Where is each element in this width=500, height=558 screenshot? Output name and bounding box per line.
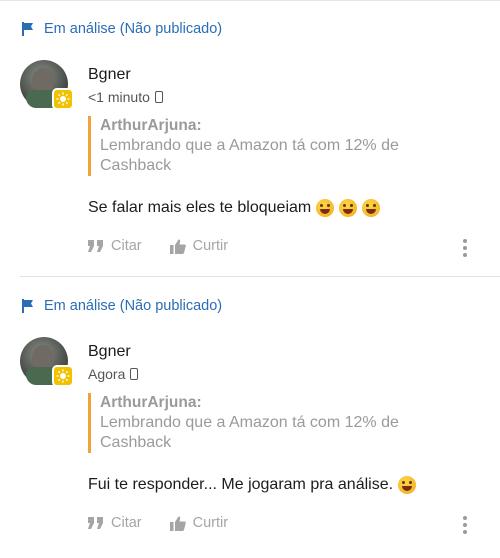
more-options-icon[interactable]: [462, 239, 468, 257]
quote-author: ArthurArjuna:: [100, 117, 202, 134]
moderation-status: Em análise (Não publicado): [22, 19, 222, 39]
post-time: <1 minuto: [88, 89, 150, 105]
quoted-post[interactable]: ArthurArjuna: Lembrando que a Amazon tá …: [88, 393, 428, 453]
post-1: Em análise (Não publicado) Bgner <1 minu…: [0, 0, 500, 277]
cite-label: Citar: [111, 238, 142, 254]
post-meta: Agora: [88, 366, 139, 382]
award-badge-icon: [52, 365, 74, 387]
like-label: Curtir: [192, 515, 229, 531]
thumbs-up-icon: [169, 516, 186, 531]
post-meta: <1 minuto: [88, 89, 163, 105]
like-button[interactable]: Curtir: [169, 238, 229, 254]
post-message: Fui te responder... Me jogaram pra análi…: [88, 476, 417, 494]
phone-icon: [154, 91, 163, 103]
status-label: Em análise (Não publicado): [44, 298, 223, 314]
like-button[interactable]: Curtir: [169, 515, 229, 531]
flag-icon: [22, 22, 33, 36]
flag-icon: [22, 299, 33, 313]
grinning-emoji-icon: [398, 476, 417, 494]
phone-icon: [130, 368, 139, 380]
more-options-icon[interactable]: [462, 516, 468, 534]
grinning-emoji-icon: [362, 199, 381, 217]
quoted-post[interactable]: ArthurArjuna: Lembrando que a Amazon tá …: [88, 116, 428, 176]
post-time: Agora: [88, 366, 126, 382]
post-actions: Citar Curtir: [88, 515, 256, 531]
like-label: Curtir: [192, 238, 229, 254]
message-text: Fui te responder... Me jogaram pra análi…: [88, 476, 394, 493]
cite-button[interactable]: Citar: [88, 515, 142, 531]
quote-author: ArthurArjuna:: [100, 394, 202, 411]
quote-icon: [88, 517, 103, 529]
quote-text-line-1: Lembrando que a Amazon tá com 12% de: [100, 414, 399, 431]
quote-icon: [88, 240, 103, 252]
top-divider: [0, 0, 500, 1]
grinning-emoji-icon: [316, 199, 335, 217]
award-badge-icon: [52, 88, 74, 110]
quote-text-line-2: Cashback: [100, 434, 172, 451]
quote-text-line-1: Lembrando que a Amazon tá com 12% de: [100, 137, 399, 154]
post-message: Se falar mais eles te bloqueiam: [88, 199, 381, 217]
cite-label: Citar: [111, 515, 142, 531]
username[interactable]: Bgner: [88, 343, 131, 361]
message-text: Se falar mais eles te bloqueiam: [88, 199, 312, 216]
thumbs-up-icon: [169, 239, 186, 254]
moderation-status: Em análise (Não publicado): [22, 296, 222, 316]
post-2: Em análise (Não publicado) Bgner Agora A…: [0, 277, 500, 553]
status-label: Em análise (Não publicado): [44, 21, 223, 37]
cite-button[interactable]: Citar: [88, 238, 142, 254]
post-actions: Citar Curtir: [88, 238, 256, 254]
quote-text-line-2: Cashback: [100, 157, 172, 174]
username[interactable]: Bgner: [88, 66, 131, 84]
grinning-emoji-icon: [339, 199, 358, 217]
